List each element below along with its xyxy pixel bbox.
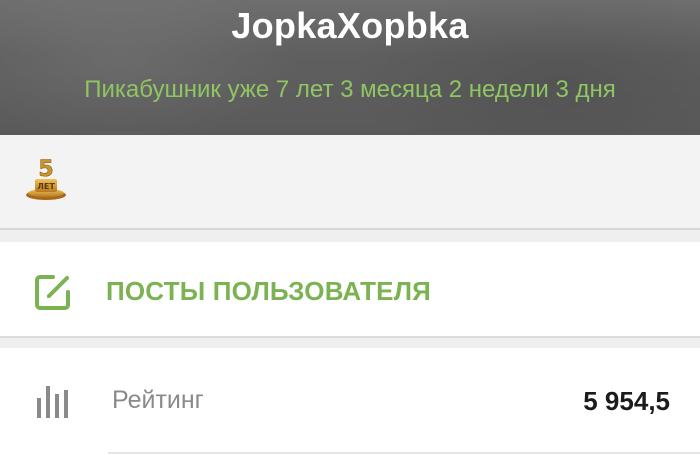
bar-chart-icon xyxy=(35,384,73,418)
rating-label: Рейтинг xyxy=(112,386,204,414)
user-posts-label: ПОСТЫ ПОЛЬЗОВАТЕЛЯ xyxy=(106,276,432,306)
user-posts-link[interactable]: ПОСТЫ ПОЛЬЗОВАТЕЛЯ xyxy=(0,242,700,338)
edit-icon xyxy=(33,272,73,312)
five-years-award-icon[interactable]: 5 ЛЕТ xyxy=(24,155,68,201)
profile-header: JopkaXopbka Пикабушник уже 7 лет 3 месяц… xyxy=(0,0,700,135)
awards-bar: 5 ЛЕТ xyxy=(0,135,700,230)
divider xyxy=(108,452,700,454)
tenure-text: Пикабушник уже 7 лет 3 месяца 2 недели 3… xyxy=(84,76,616,103)
username: JopkaXopbka xyxy=(231,5,469,46)
svg-text:5: 5 xyxy=(38,157,53,182)
rating-value: 5 954,5 xyxy=(583,386,670,416)
svg-text:ЛЕТ: ЛЕТ xyxy=(37,182,55,191)
